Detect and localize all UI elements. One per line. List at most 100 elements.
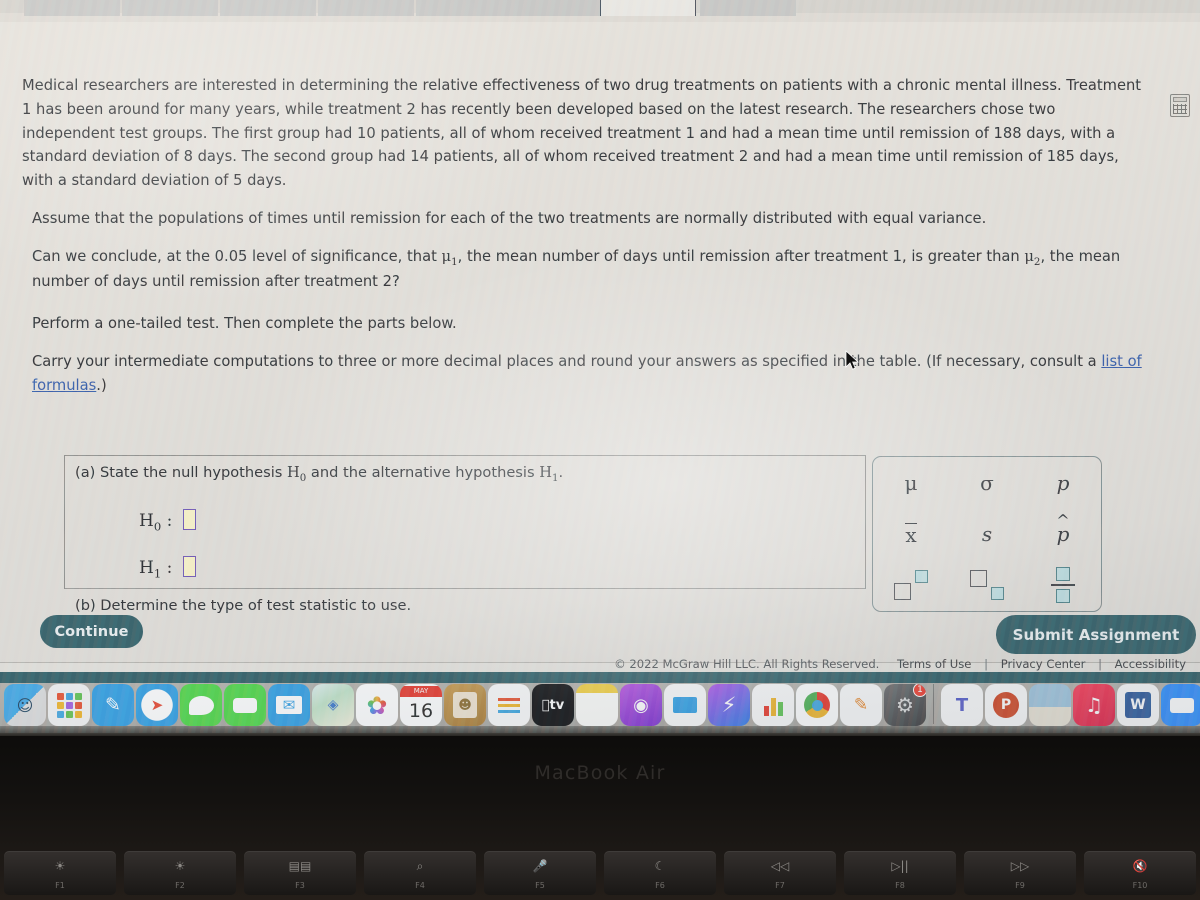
problem-question: Can we conclude, at the 0.05 level of si… bbox=[32, 245, 1152, 294]
fraction-bar-icon bbox=[1051, 584, 1075, 587]
zoom-camera bbox=[1170, 697, 1194, 713]
browser-tab-3[interactable] bbox=[220, 0, 316, 16]
palette-p-hat-button[interactable]: ^ p bbox=[1025, 508, 1101, 559]
pages-pen: ✎ bbox=[853, 695, 869, 715]
podcasts-glyph: ◉ bbox=[633, 694, 649, 716]
browser-tab-8[interactable] bbox=[700, 0, 796, 16]
pages-icon[interactable]: ✎ bbox=[840, 684, 882, 726]
submit-assignment-button[interactable]: Submit Assignment bbox=[996, 615, 1196, 654]
privacy-center-link[interactable]: Privacy Center bbox=[1001, 657, 1086, 671]
powerpoint-icon[interactable]: P bbox=[985, 684, 1027, 726]
key-f3[interactable]: ▤▤ F3 bbox=[244, 851, 356, 895]
messages-icon[interactable] bbox=[180, 684, 222, 726]
preview-icon[interactable] bbox=[1029, 684, 1071, 726]
key-f6-label: F6 bbox=[655, 881, 665, 890]
dock-divider bbox=[933, 684, 934, 724]
palette-sigma-button[interactable]: σ bbox=[949, 457, 1025, 508]
palette-mu-button[interactable]: μ bbox=[873, 457, 949, 508]
h0-label: H0 bbox=[139, 511, 162, 534]
chrome-icon[interactable] bbox=[796, 684, 838, 726]
h1-answer-input[interactable] bbox=[182, 556, 196, 577]
chrome-ring bbox=[804, 692, 830, 718]
x-bar-glyph: x bbox=[905, 522, 917, 547]
notes-icon[interactable] bbox=[576, 684, 618, 726]
key-f6[interactable]: ☾ F6 bbox=[604, 851, 716, 895]
reminders-icon[interactable] bbox=[488, 684, 530, 726]
appletv-label: tv bbox=[542, 697, 565, 713]
key-f8[interactable]: ▷|| F8 bbox=[844, 851, 956, 895]
key-f3-label: F3 bbox=[295, 881, 305, 890]
function-key-row: ☀ F1 ☀ F2 ▤▤ F3 ⌕ F4 🎤 F5 ☾ F6 ◁◁ F7 ▷|| F8 ▷▷ F9… bbox=[0, 851, 1200, 900]
finder-icon[interactable]: ☺ bbox=[4, 684, 46, 726]
key-f9[interactable]: ▷▷ F9 bbox=[964, 851, 1076, 895]
fraction-denominator-square-icon bbox=[1056, 589, 1070, 604]
numbers-icon[interactable] bbox=[752, 684, 794, 726]
palette-superscript-button[interactable] bbox=[873, 560, 949, 611]
podcasts-icon[interactable]: ◉ bbox=[620, 684, 662, 726]
calendar-day: 16 bbox=[408, 699, 434, 722]
music-icon[interactable]: ♫ bbox=[1073, 684, 1115, 726]
key-f5-symbol-icon: 🎤 bbox=[532, 859, 548, 873]
calendar-icon[interactable]: MAY 16 bbox=[400, 684, 442, 726]
launchpad-grid bbox=[56, 692, 82, 718]
messenger-bolt: ⚡ bbox=[721, 693, 737, 717]
browser-tab-2[interactable] bbox=[122, 0, 218, 16]
part-a-label: (a) bbox=[75, 464, 96, 481]
palette-fraction-button[interactable] bbox=[1025, 560, 1101, 611]
keynote-icon[interactable] bbox=[664, 684, 706, 726]
h0-answer-input[interactable] bbox=[182, 509, 196, 530]
microsoft-teams-icon[interactable]: T bbox=[941, 684, 983, 726]
mu-2-symbol: μ2 bbox=[1024, 247, 1041, 268]
calculator-icon[interactable] bbox=[1170, 94, 1190, 117]
messages-bubble bbox=[188, 695, 214, 715]
safari-icon[interactable]: ➤ bbox=[136, 684, 178, 726]
key-f7[interactable]: ◁◁ F7 bbox=[724, 851, 836, 895]
browser-tab-4[interactable] bbox=[318, 0, 414, 16]
problem-statement: Medical researchers are interested in de… bbox=[22, 74, 1152, 412]
instruction-text-before-link: Carry your intermediate computations to … bbox=[32, 353, 1102, 371]
part-a-text-3: . bbox=[558, 464, 564, 481]
maps-icon[interactable]: ◈ bbox=[312, 684, 354, 726]
subscript-base-square-icon bbox=[970, 570, 987, 588]
palette-x-bar-button[interactable]: x bbox=[873, 508, 949, 559]
part-b-label: (b) bbox=[75, 597, 96, 614]
contacts-icon[interactable]: ☻ bbox=[444, 684, 486, 726]
hat-accent-icon: ^ bbox=[1056, 510, 1070, 530]
part-a-text-2: and the alternative hypothesis bbox=[306, 464, 540, 481]
key-f10[interactable]: 🔇 F10 bbox=[1084, 851, 1196, 895]
palette-s-button[interactable]: s bbox=[949, 508, 1025, 559]
browser-tab-active[interactable] bbox=[600, 0, 696, 16]
key-f1[interactable]: ☀ F1 bbox=[4, 851, 116, 895]
key-f10-symbol-icon: 🔇 bbox=[1132, 859, 1148, 873]
palette-subscript-button[interactable] bbox=[949, 560, 1025, 611]
browser-tab-5[interactable] bbox=[416, 0, 512, 16]
calculator-keys bbox=[1173, 104, 1187, 114]
zoom-icon[interactable] bbox=[1161, 684, 1200, 726]
macbook-air-lid-text: MacBook Air bbox=[534, 762, 666, 784]
facetime-icon[interactable] bbox=[224, 684, 266, 726]
word-icon[interactable]: W bbox=[1117, 684, 1159, 726]
instruction-computations: Carry your intermediate computations to … bbox=[32, 350, 1152, 398]
powerpoint-glyph: P bbox=[993, 692, 1019, 718]
accessibility-link[interactable]: Accessibility bbox=[1115, 657, 1186, 671]
messenger-icon[interactable]: ⚡ bbox=[708, 684, 750, 726]
browser-tab-1[interactable] bbox=[24, 0, 120, 16]
palette-p-button[interactable]: p bbox=[1025, 457, 1101, 508]
facetime-camera bbox=[233, 697, 257, 713]
mail-icon[interactable]: ✉ bbox=[268, 684, 310, 726]
appletv-icon[interactable]: tv bbox=[532, 684, 574, 726]
h1-colon: : bbox=[166, 558, 173, 578]
fraction-glyph bbox=[1051, 567, 1075, 604]
key-f2[interactable]: ☀ F2 bbox=[124, 851, 236, 895]
subscript-index-square-icon bbox=[991, 587, 1004, 601]
system-preferences-icon[interactable]: ⚙ 1 bbox=[884, 684, 926, 726]
h0-inline-symbol: H0 bbox=[287, 464, 307, 484]
launchpad-icon[interactable] bbox=[48, 684, 90, 726]
key-f5[interactable]: 🎤 F5 bbox=[484, 851, 596, 895]
notes-blue-icon[interactable]: ✎ bbox=[92, 684, 134, 726]
terms-of-use-link[interactable]: Terms of Use bbox=[897, 657, 971, 671]
browser-tab-6[interactable] bbox=[510, 0, 606, 16]
key-f4[interactable]: ⌕ F4 bbox=[364, 851, 476, 895]
continue-button[interactable]: Continue bbox=[40, 615, 143, 648]
photos-icon[interactable]: ✿ bbox=[356, 684, 398, 726]
